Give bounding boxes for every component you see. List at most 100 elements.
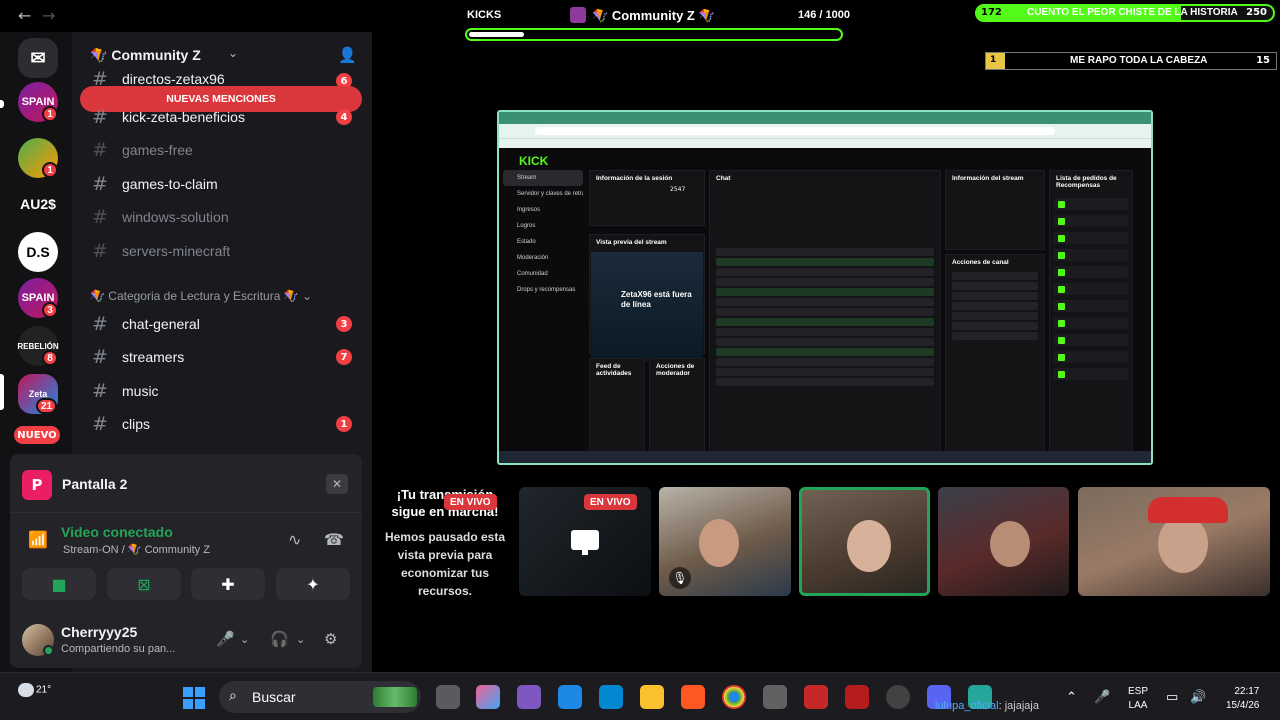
chat-message: : jajajaja [998, 700, 1039, 712]
chat-line [716, 258, 934, 266]
user-name[interactable]: Cherryyy25 [61, 624, 137, 640]
server-rebelion[interactable]: REBELIÓN 8 [17, 326, 59, 366]
channel-music[interactable]: # music [88, 376, 362, 406]
server-au2[interactable]: AU2$ [18, 184, 58, 224]
soundboard-button[interactable]: ✦ [276, 568, 350, 600]
category-lectura-escritura[interactable]: 🪁 Categoria de Lectura y Escritura 🪁 ⌄ [90, 289, 312, 303]
selected-pill [0, 374, 4, 410]
channel-streamers[interactable]: # streamers 7 [88, 342, 362, 372]
search-icon: ⌕ [229, 688, 237, 704]
gear-icon[interactable]: ⚙ [324, 630, 337, 648]
channel-games-free[interactable]: # games-free [88, 135, 362, 165]
server-game[interactable]: 1 [18, 138, 58, 178]
taskbar-search[interactable]: ⌕ Buscar [219, 681, 421, 713]
panel-title: Lista de pedidos de Recompensas [1056, 175, 1117, 189]
stop-share-icon[interactable]: ✕ [326, 474, 348, 494]
stream-preview[interactable]: KICK Stream Servidor y claves de retrans… [497, 110, 1153, 465]
red-cap [1148, 497, 1228, 523]
disconnect-icon[interactable]: ☎ [324, 530, 344, 549]
store-icon[interactable] [599, 685, 623, 709]
channel-windows-solution[interactable]: # windows-solution [88, 202, 362, 232]
layout-code: LAA [1128, 700, 1148, 711]
channel-name: games-to-claim [122, 176, 218, 192]
invite-user-icon[interactable]: 👤 [338, 46, 357, 64]
window-title: 🪁 Community Z 🪁 [570, 7, 715, 24]
file-explorer-icon[interactable] [640, 685, 664, 709]
action-line [952, 292, 1038, 300]
hash-icon: # [92, 206, 108, 228]
volume-icon[interactable]: 🔊 [1190, 690, 1206, 705]
reward-item [1054, 300, 1128, 312]
kicks-label: KICKS [467, 9, 502, 21]
window-title-text: Community Z [611, 8, 695, 23]
headphones-icon[interactable]: 🎧 [270, 630, 289, 648]
new-servers-pill[interactable]: NUEVO [14, 426, 60, 444]
server-zeta[interactable]: Zeta 21 [18, 374, 58, 414]
windows-start-icon[interactable] [183, 687, 205, 709]
reward-item [1054, 215, 1128, 227]
chrome-icon[interactable] [722, 685, 746, 709]
microphone-icon[interactable]: 🎤 [1094, 690, 1110, 705]
participant-tile[interactable]: 🎙 [659, 487, 791, 596]
channel-clips[interactable]: # clips 1 [88, 409, 362, 439]
chevron-down-icon[interactable]: ⌄ [240, 633, 249, 646]
language-code: ESP [1128, 686, 1149, 697]
network-icon[interactable]: ▭ [1166, 690, 1178, 705]
user-status: Compartiendo su pan... [61, 643, 176, 655]
kick-mod-panel: Acciones de moderador [649, 358, 705, 454]
copilot-icon[interactable] [476, 685, 500, 709]
panel-title: Acciones de moderador [656, 363, 695, 377]
audio-app-icon[interactable] [763, 685, 787, 709]
tray-chevron-icon[interactable]: ⌃ [1066, 690, 1077, 705]
voice-channel-info[interactable]: Stream-ON / 🪁 Community Z [63, 543, 210, 556]
amd-icon[interactable] [804, 685, 828, 709]
channel-chat-general[interactable]: # chat-general 3 [88, 309, 362, 339]
chat-line [716, 338, 934, 346]
server-badge: 3 [42, 302, 58, 318]
goal-current: 172 [981, 7, 1002, 18]
participant-tile[interactable] [1078, 487, 1270, 596]
game-app-icon[interactable] [845, 685, 869, 709]
hash-icon: # [92, 173, 108, 195]
participant-tile[interactable] [938, 487, 1069, 596]
address-field [535, 127, 1055, 135]
reward-item [1054, 283, 1128, 295]
offline-card: ZetaX96 está fuera de línea [591, 252, 703, 362]
activities-button[interactable]: ✚ [191, 568, 265, 600]
participant-tile-speaking[interactable] [799, 487, 930, 596]
action-line [952, 322, 1038, 330]
server-spain[interactable]: SPAIN 1 [18, 82, 58, 122]
chevron-down-icon[interactable]: ⌄ [228, 46, 238, 60]
stop-screen-share-button[interactable]: ⊠ [107, 568, 181, 600]
goal-bar-chiste: 172 CUENTO EL PEOR CHISTE DE LA HISTORIA… [975, 4, 1275, 22]
discord-home-icon[interactable]: ✉ [18, 38, 58, 78]
language-indicator[interactable]: ESP LAA [1128, 685, 1148, 713]
channel-games-to-claim[interactable]: # games-to-claim [88, 169, 362, 199]
server-spain-2[interactable]: SPAIN 3 [18, 278, 58, 318]
kick-activity-panel: Feed de actividades [589, 358, 645, 454]
brave-icon[interactable] [681, 685, 705, 709]
task-view-icon[interactable] [436, 685, 460, 709]
goal-bar-cabeza: 1 ME RAPO TODA LA CABEZA 15 [985, 52, 1277, 70]
search-highlight-art [373, 687, 417, 707]
obs-icon[interactable] [886, 685, 910, 709]
channel-kick-zeta-beneficios[interactable]: # kick-zeta-beneficios 4 [88, 102, 362, 132]
channel-name: games-free [122, 142, 193, 158]
outlook-icon[interactable] [558, 685, 582, 709]
noise-suppression-icon[interactable]: ∿ [288, 530, 301, 549]
chevron-down-icon[interactable]: ⌄ [296, 633, 305, 646]
live-badge: EN VIVO [444, 494, 497, 510]
weather-widget[interactable]: 21° [18, 683, 51, 697]
server-ds[interactable]: D.S [18, 232, 58, 272]
hash-icon: # [92, 313, 108, 335]
signal-icon[interactable]: 📶 [28, 530, 48, 549]
voice-status[interactable]: Video conectado [61, 524, 173, 540]
channel-servers-minecraft[interactable]: # servers-minecraft [88, 236, 362, 266]
app-icon[interactable] [517, 685, 541, 709]
panel-title: Chat [716, 175, 731, 182]
camera-button[interactable]: ■ [22, 568, 96, 600]
back-arrow-icon[interactable]: ← [18, 6, 31, 25]
clock[interactable]: 22:17 15/4/26 [1226, 685, 1259, 713]
forward-arrow-icon[interactable]: → [42, 6, 55, 25]
microphone-icon[interactable]: 🎤 [216, 630, 235, 648]
